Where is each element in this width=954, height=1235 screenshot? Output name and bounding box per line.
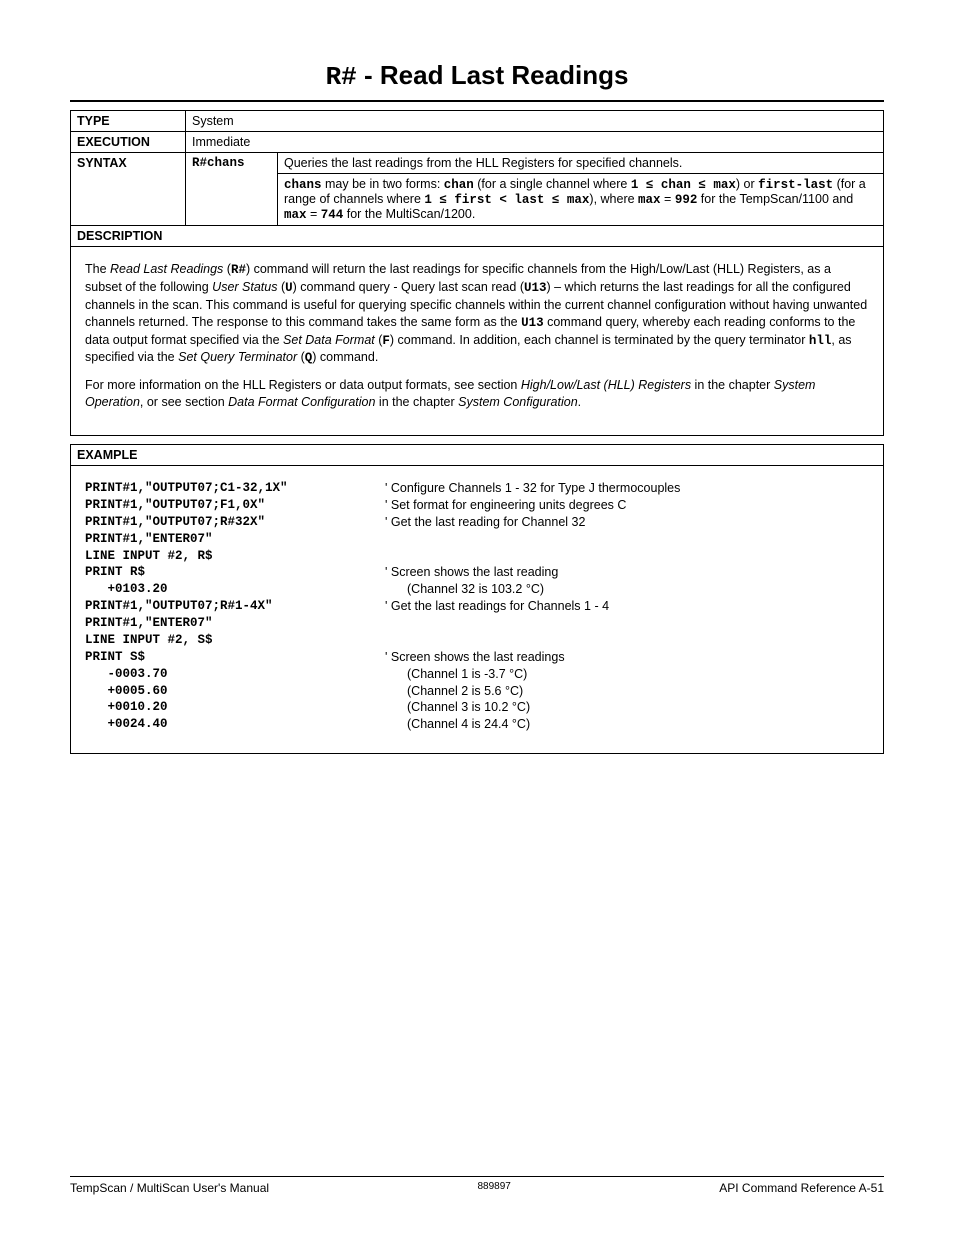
example-row: +0024.40 (Channel 4 is 24.4 °C) (85, 716, 869, 733)
example-comment: ' Configure Channels 1 - 32 for Type J t… (385, 480, 869, 497)
example-comment: (Channel 1 is -3.7 °C) (385, 666, 869, 683)
example-row: PRINT#1,"ENTER07" (85, 615, 869, 632)
syntax-desc-2: chans may be in two forms: chan (for a s… (278, 174, 884, 226)
footer-right: API Command Reference A-51 (719, 1181, 884, 1195)
example-row: PRINT#1,"OUTPUT07;R#1-4X"' Get the last … (85, 598, 869, 615)
command-table: TYPE System EXECUTION Immediate SYNTAX R… (70, 110, 884, 247)
example-row: PRINT#1,"ENTER07" (85, 531, 869, 548)
title-text: Read Last Readings (380, 60, 629, 90)
description-body: The Read Last Readings (R#) command will… (70, 247, 884, 436)
example-row: +0103.20 (Channel 32 is 103.2 °C) (85, 581, 869, 598)
example-row: LINE INPUT #2, R$ (85, 548, 869, 565)
example-comment: ' Set format for engineering units degre… (385, 497, 869, 514)
example-comment: (Channel 32 is 103.2 °C) (385, 581, 869, 598)
example-row: -0003.70 (Channel 1 is -3.7 °C) (85, 666, 869, 683)
example-comment (385, 548, 869, 565)
example-comment: (Channel 2 is 5.6 °C) (385, 683, 869, 700)
example-comment: ' Screen shows the last readings (385, 649, 869, 666)
example-code: PRINT#1,"ENTER07" (85, 615, 385, 632)
title-sep: - (357, 60, 380, 90)
page-footer: TempScan / MultiScan User's Manual 88989… (70, 1176, 884, 1195)
example-code: +0024.40 (85, 716, 385, 733)
description-label: DESCRIPTION (71, 226, 884, 247)
execution-label: EXECUTION (71, 132, 186, 153)
type-value: System (186, 111, 884, 132)
title-code: R# (326, 62, 357, 92)
syntax-desc-1: Queries the last readings from the HLL R… (278, 153, 884, 174)
example-code: PRINT S$ (85, 649, 385, 666)
example-row: PRINT S$' Screen shows the last readings (85, 649, 869, 666)
footer-left: TempScan / MultiScan User's Manual (70, 1181, 269, 1195)
example-comment: (Channel 3 is 10.2 °C) (385, 699, 869, 716)
example-code: +0010.20 (85, 699, 385, 716)
example-row: PRINT#1,"OUTPUT07;F1,0X"' Set format for… (85, 497, 869, 514)
example-row: PRINT#1,"OUTPUT07;C1-32,1X"' Configure C… (85, 480, 869, 497)
example-row: +0005.60 (Channel 2 is 5.6 °C) (85, 683, 869, 700)
example-comment: ' Get the last readings for Channels 1 -… (385, 598, 869, 615)
example-code: +0005.60 (85, 683, 385, 700)
example-comment (385, 632, 869, 649)
example-comment (385, 615, 869, 632)
description-paragraph-2: For more information on the HLL Register… (85, 377, 869, 411)
example-code: PRINT#1,"OUTPUT07;C1-32,1X" (85, 480, 385, 497)
example-code: +0103.20 (85, 581, 385, 598)
example-code: PRINT#1,"ENTER07" (85, 531, 385, 548)
example-code: PRINT R$ (85, 564, 385, 581)
example-code: LINE INPUT #2, R$ (85, 548, 385, 565)
example-comment: ' Screen shows the last reading (385, 564, 869, 581)
example-row: PRINT#1,"OUTPUT07;R#32X"' Get the last r… (85, 514, 869, 531)
example-comment: (Channel 4 is 24.4 °C) (385, 716, 869, 733)
example-code: PRINT#1,"OUTPUT07;R#32X" (85, 514, 385, 531)
title-rule (70, 100, 884, 102)
example-code: -0003.70 (85, 666, 385, 683)
example-row: PRINT R$' Screen shows the last reading (85, 564, 869, 581)
example-body: PRINT#1,"OUTPUT07;C1-32,1X"' Configure C… (70, 466, 884, 754)
example-code: LINE INPUT #2, S$ (85, 632, 385, 649)
page-title: R# - Read Last Readings (70, 60, 884, 92)
example-code: PRINT#1,"OUTPUT07;R#1-4X" (85, 598, 385, 615)
example-code: PRINT#1,"OUTPUT07;F1,0X" (85, 497, 385, 514)
example-comment (385, 531, 869, 548)
footer-mid: 889897 (477, 1181, 510, 1195)
example-label: EXAMPLE (71, 445, 884, 466)
example-row: LINE INPUT #2, S$ (85, 632, 869, 649)
description-paragraph-1: The Read Last Readings (R#) command will… (85, 261, 869, 367)
example-header-table: EXAMPLE (70, 444, 884, 466)
example-row: +0010.20 (Channel 3 is 10.2 °C) (85, 699, 869, 716)
syntax-chans: chans (284, 178, 322, 192)
type-label: TYPE (71, 111, 186, 132)
execution-value: Immediate (186, 132, 884, 153)
syntax-label: SYNTAX (71, 153, 186, 226)
syntax-code: R#chans (186, 153, 278, 226)
example-comment: ' Get the last reading for Channel 32 (385, 514, 869, 531)
